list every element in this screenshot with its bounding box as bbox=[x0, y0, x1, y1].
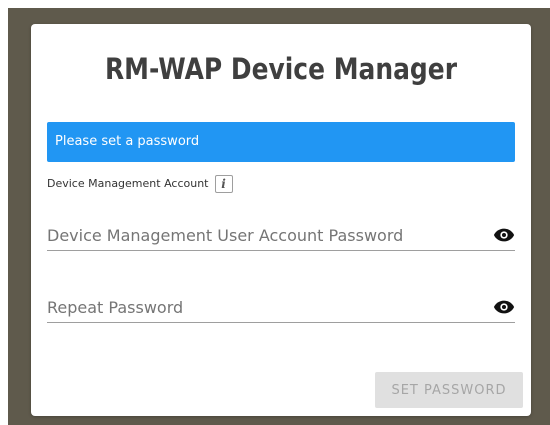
login-card: RM-WAP Device Manager Please set a passw… bbox=[31, 24, 531, 416]
window-top-edge bbox=[0, 0, 550, 8]
account-label-text: Device Management Account bbox=[47, 177, 209, 190]
set-password-button[interactable]: SET PASSWORD bbox=[375, 372, 523, 408]
notice-banner: Please set a password bbox=[47, 122, 515, 162]
account-section-label: Device Management Account i bbox=[47, 174, 233, 194]
repeat-password-field-container bbox=[47, 292, 515, 323]
password-input[interactable] bbox=[47, 220, 477, 250]
repeat-password-input[interactable] bbox=[47, 292, 477, 322]
page-title: RM-WAP Device Manager bbox=[104, 52, 458, 86]
info-icon[interactable]: i bbox=[214, 175, 233, 193]
eye-icon[interactable] bbox=[493, 226, 515, 244]
eye-icon[interactable] bbox=[493, 298, 515, 316]
window-left-edge bbox=[0, 0, 8, 425]
password-field-container bbox=[47, 220, 515, 251]
